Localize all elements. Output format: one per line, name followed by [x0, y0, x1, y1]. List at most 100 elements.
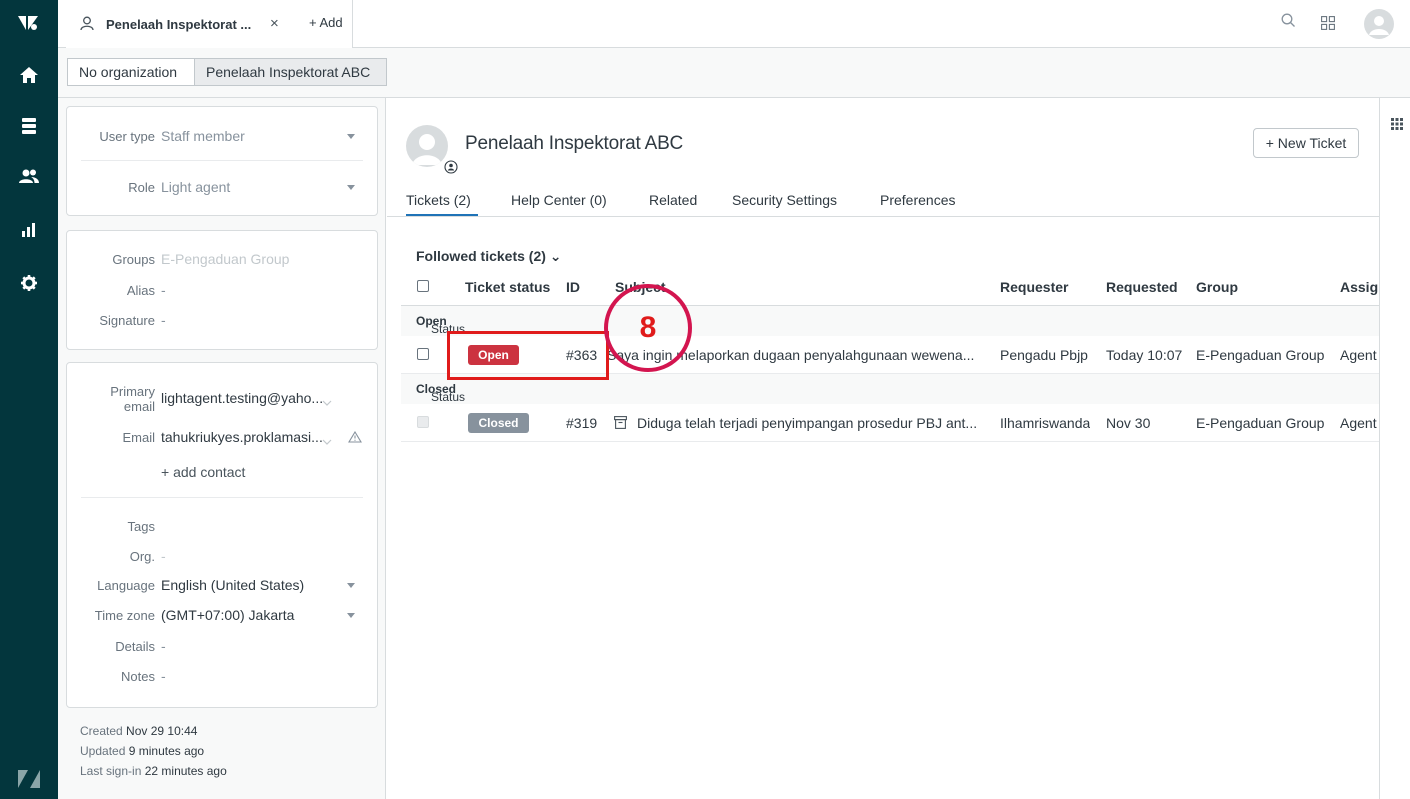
- user-type-field[interactable]: User type Staff member: [67, 125, 377, 149]
- row-checkbox[interactable]: [417, 348, 429, 360]
- new-ticket-button[interactable]: + New Ticket: [1253, 128, 1359, 158]
- org-label: Org.: [129, 549, 155, 564]
- ticket-requester[interactable]: Pengadu Pbjp: [1000, 347, 1088, 363]
- groups-field[interactable]: Groups E-Pengaduan Group: [67, 248, 377, 272]
- apps-sidebar: [1379, 98, 1410, 799]
- user-type-label: User type: [99, 129, 155, 144]
- language-value: English (United States): [161, 577, 305, 593]
- details-label: Details: [115, 639, 155, 654]
- ticket-group: E-Pengaduan Group: [1196, 347, 1325, 363]
- primary-email-label-line2: email: [123, 399, 155, 414]
- role-value: Light agent: [161, 179, 231, 195]
- category-label: Status Category: Closed: [416, 382, 483, 418]
- tab-related[interactable]: Related: [649, 192, 697, 208]
- primary-email-field[interactable]: Primary email lightagent.testing@yaho...: [67, 381, 377, 419]
- user-icon: [80, 16, 94, 33]
- step-number-marker: 8: [604, 284, 692, 372]
- column-assignee[interactable]: Assig: [1340, 279, 1378, 295]
- gear-icon[interactable]: [0, 261, 58, 305]
- tab-help-center[interactable]: Help Center (0): [511, 192, 607, 208]
- groups-value: E-Pengaduan Group: [161, 251, 290, 267]
- column-id[interactable]: ID: [566, 279, 580, 295]
- tab-security-settings[interactable]: Security Settings: [732, 192, 837, 208]
- user-avatar[interactable]: [406, 125, 448, 167]
- language-label: Language: [97, 578, 155, 593]
- divider: [81, 497, 363, 498]
- ticket-requested: Nov 30: [1106, 415, 1151, 431]
- views-icon[interactable]: [0, 104, 58, 148]
- time-zone-value: (GMT+07:00) Jakarta: [161, 607, 295, 623]
- signature-field[interactable]: Signature -: [67, 309, 377, 333]
- reporting-icon[interactable]: [0, 208, 58, 252]
- breadcrumb-user[interactable]: Penelaah Inspektorat ABC: [194, 58, 387, 86]
- tab-preferences[interactable]: Preferences: [880, 192, 955, 208]
- last-signin-value: 22 minutes ago: [144, 764, 227, 778]
- email-label: Email: [122, 430, 155, 445]
- home-icon[interactable]: [0, 53, 58, 97]
- step-number: 8: [639, 311, 657, 344]
- role-field[interactable]: Role Light agent: [67, 176, 377, 200]
- primary-email-value: lightagent.testing@yaho...: [161, 390, 324, 406]
- email-field[interactable]: Email tahukriukyes.proklamasi...: [67, 423, 377, 447]
- column-requested[interactable]: Requested: [1106, 279, 1178, 295]
- breadcrumb-organization[interactable]: No organization: [67, 58, 195, 86]
- notes-label: Notes: [121, 669, 155, 684]
- updated-label: Updated: [80, 744, 126, 758]
- primary-email-label-line1: Primary: [110, 384, 155, 399]
- chevron-down-icon: [347, 185, 355, 190]
- zendesk-z-icon[interactable]: [0, 757, 58, 799]
- search-icon[interactable]: [1281, 13, 1295, 30]
- tab-tickets[interactable]: Tickets (2): [406, 192, 471, 208]
- select-all-checkbox[interactable]: [417, 280, 429, 292]
- tags-field[interactable]: Tags: [67, 515, 377, 539]
- last-signin-info: Last sign-in 22 minutes ago: [80, 764, 227, 778]
- org-field[interactable]: Org. -: [67, 545, 377, 569]
- updated-info: Updated 9 minutes ago: [80, 744, 204, 758]
- alias-value: -: [161, 282, 166, 298]
- avatar-icon[interactable]: [1364, 9, 1394, 42]
- user-main: Penelaah Inspektorat ABC + New Ticket Ti…: [387, 98, 1379, 799]
- ticket-requested: Today 10:07: [1106, 347, 1183, 363]
- language-field[interactable]: Language English (United States): [67, 574, 377, 598]
- tags-label: Tags: [127, 519, 155, 534]
- page-title: Penelaah Inspektorat ABC: [465, 133, 684, 154]
- row-checkbox: [417, 416, 429, 428]
- alias-label: Alias: [126, 283, 155, 298]
- ticket-requester[interactable]: Ilhamriswanda: [1000, 415, 1090, 431]
- notes-field[interactable]: Notes -: [67, 665, 377, 689]
- primary-email-label: Primary email: [110, 384, 155, 414]
- chevron-down-icon: [322, 433, 332, 449]
- email-value: tahukriukyes.proklamasi...: [161, 429, 323, 445]
- status-badge: Closed: [468, 413, 529, 433]
- apps-icon[interactable]: [1391, 117, 1403, 133]
- alias-field[interactable]: Alias -: [67, 279, 377, 303]
- chevron-down-icon: [347, 134, 355, 139]
- zendesk-logo[interactable]: [0, 0, 58, 44]
- created-info: Created Nov 29 10:44: [80, 724, 197, 738]
- time-zone-label: Time zone: [94, 608, 155, 623]
- table-row[interactable]: Closed #319 Diduga telah terjadi penyimp…: [401, 404, 1379, 442]
- highlight-box: [447, 331, 609, 380]
- ticket-group: E-Pengaduan Group: [1196, 415, 1325, 431]
- add-contact-link[interactable]: + add contact: [161, 464, 245, 480]
- created-value: Nov 29 10:44: [126, 724, 198, 738]
- time-zone-field[interactable]: Time zone (GMT+07:00) Jakarta: [67, 604, 377, 628]
- grid-icon[interactable]: [1321, 16, 1335, 33]
- customers-icon[interactable]: [0, 154, 58, 198]
- chevron-down-icon: [347, 613, 355, 618]
- role-label: Role: [128, 180, 155, 195]
- add-contact-row[interactable]: + add contact: [67, 461, 377, 485]
- followed-tickets-dropdown[interactable]: Followed tickets (2) ⌄: [416, 248, 562, 265]
- column-ticket-status[interactable]: Ticket status: [465, 279, 550, 295]
- table-header: Ticket status ID Subject Requester Reque…: [401, 270, 1379, 306]
- add-tab-button[interactable]: + Add: [309, 15, 343, 30]
- chevron-down-icon: [322, 394, 332, 410]
- details-field[interactable]: Details -: [67, 635, 377, 659]
- column-requester[interactable]: Requester: [1000, 279, 1068, 295]
- column-group[interactable]: Group: [1196, 279, 1238, 295]
- ticket-subject[interactable]: Diduga telah terjadi penyimpangan prosed…: [637, 415, 995, 431]
- close-tab-button[interactable]: ×: [270, 15, 279, 32]
- notes-value: -: [161, 668, 166, 684]
- breadcrumb: No organization Penelaah Inspektorat ABC: [58, 48, 1410, 98]
- divider: [81, 160, 363, 161]
